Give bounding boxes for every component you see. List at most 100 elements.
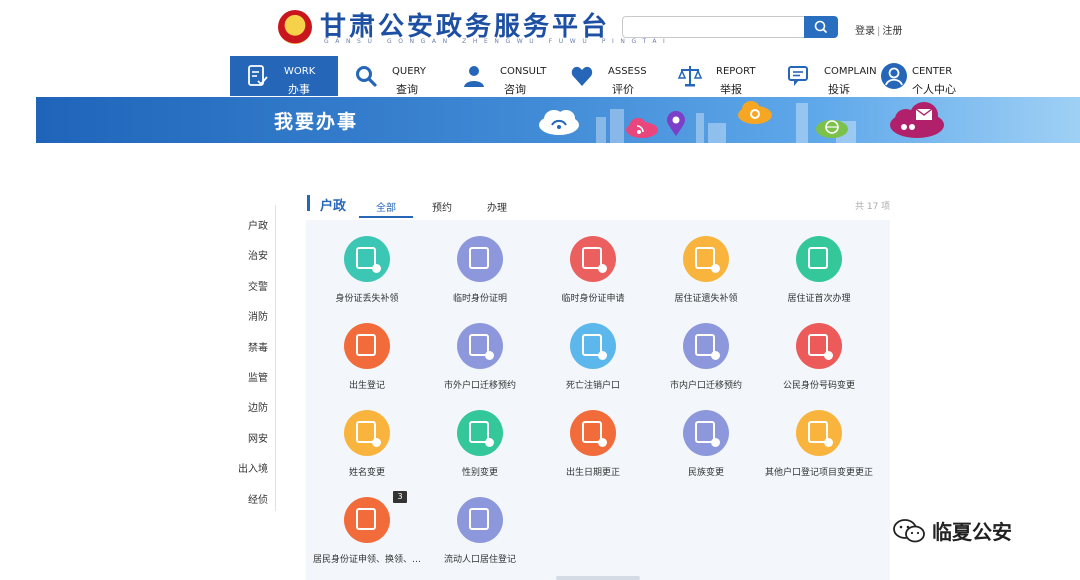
service-label: 死亡注销户口 — [565, 381, 620, 391]
sidebar-item-jiaojing[interactable]: 交警 — [228, 278, 268, 293]
nav-report-en: REPORT — [716, 66, 756, 77]
globe-cloud-icon — [816, 120, 848, 138]
document-edit-icon — [683, 410, 729, 456]
service-tile[interactable]: 死亡注销户口 — [537, 323, 649, 405]
city-building — [596, 117, 606, 143]
police-emblem-logo — [278, 10, 312, 44]
search-icon — [356, 66, 377, 87]
service-tile[interactable]: 其他户口登记项目变更更正 — [763, 410, 875, 492]
nav-report-cn: 举报 — [720, 83, 742, 96]
service-tile[interactable]: 临时身份证明 — [424, 236, 536, 318]
work-icon — [248, 65, 268, 86]
sidebar-item-huzheng[interactable]: 户政 — [228, 217, 268, 232]
search-icon — [814, 20, 827, 33]
wifi-cloud-icon — [539, 110, 579, 135]
service-label: 市内户口迁移预约 — [669, 381, 742, 391]
nav-assess-cn: 评价 — [612, 83, 634, 96]
nav-work[interactable]: WORK 办事 — [230, 56, 338, 96]
scales-icon — [678, 66, 702, 87]
document-remove-icon — [570, 323, 616, 369]
nav-assess-en: ASSESS — [608, 66, 647, 77]
mail-cloud-icon — [890, 102, 944, 138]
tab-reserve[interactable]: 预约 — [432, 199, 452, 214]
sidebar-item-wangan[interactable]: 网安 — [228, 430, 268, 445]
sidebar-item-jindu[interactable]: 禁毒 — [228, 339, 268, 354]
nav-report[interactable]: REPORT 举报 — [662, 56, 770, 96]
section-accent-bar — [307, 195, 310, 211]
sidebar-item-xiaofang[interactable]: 消防 — [228, 308, 268, 323]
service-tile[interactable]: 3 居民身份证申领、换领、… — [311, 491, 423, 579]
active-tab-underline — [359, 216, 413, 218]
login-link[interactable]: 登录 — [855, 26, 875, 37]
service-label: 民族变更 — [687, 468, 724, 478]
heart-icon — [571, 66, 593, 86]
service-label: 公民身份号码变更 — [782, 381, 855, 391]
service-label: 其他户口登记项目变更更正 — [764, 468, 873, 478]
service-tile[interactable]: 市外户口迁移预约 — [424, 323, 536, 405]
auth-separator: | — [877, 26, 881, 37]
tab-all[interactable]: 全部 — [376, 199, 396, 214]
service-label: 流动人口居住登记 — [443, 555, 516, 565]
nav-consult-cn: 咨询 — [504, 83, 526, 96]
person-document-icon — [457, 236, 503, 282]
watermark-text: 临夏公安 — [932, 520, 1012, 544]
residence-card-icon — [683, 236, 729, 282]
nav-query-en: QUERY — [392, 66, 426, 77]
service-tile[interactable]: 民族变更 — [650, 410, 762, 492]
service-label: 临时身份证申请 — [561, 294, 625, 304]
search-button[interactable] — [804, 16, 838, 38]
service-label: 身份证丢失补领 — [335, 294, 399, 304]
banner-title: 我要办事 — [274, 111, 359, 133]
service-label: 市外户口迁移预约 — [443, 381, 516, 391]
service-tile[interactable]: 出生日期更正 — [537, 410, 649, 492]
location-pin-icon — [667, 111, 685, 136]
service-tile[interactable]: 居住证遗失补领 — [650, 236, 762, 318]
service-tile[interactable]: 市内户口迁移预约 — [650, 323, 762, 405]
sidebar-item-bianfang[interactable]: 边防 — [228, 399, 268, 414]
cloud-gear-icon — [738, 101, 772, 124]
service-tile[interactable]: 流动人口居住登记 — [424, 497, 536, 579]
sidebar-item-churujing[interactable]: 出入境 — [228, 460, 268, 475]
service-label: 居住证首次办理 — [787, 294, 851, 304]
site-subtitle: GANSU GONGAN ZHENGWU FUWU PINGTAI — [324, 38, 672, 45]
city-building — [696, 113, 704, 143]
user-circle-icon — [881, 63, 907, 89]
sidebar-item-jingzhen[interactable]: 经侦 — [228, 491, 268, 506]
service-tile[interactable]: 出生登记 — [311, 323, 423, 405]
nav-work-cn: 办事 — [288, 83, 310, 96]
tab-handle[interactable]: 办理 — [487, 199, 507, 214]
city-building — [708, 123, 726, 143]
service-label: 姓名变更 — [348, 468, 385, 478]
register-link[interactable]: 注册 — [882, 26, 902, 37]
nav-complain[interactable]: COMPLAIN 投诉 — [770, 56, 878, 96]
service-tile[interactable]: 公民身份号码变更 — [763, 323, 875, 405]
service-tile[interactable]: 姓名变更 — [311, 410, 423, 492]
service-tile[interactable]: 居住证首次办理 — [763, 236, 875, 318]
service-tile[interactable]: 临时身份证申请 — [537, 236, 649, 318]
service-label: 居民身份证申领、换领、… — [312, 555, 421, 565]
document-edit-icon — [796, 323, 842, 369]
service-tile[interactable]: 身份证丢失补领 — [311, 236, 423, 318]
search-input[interactable] — [622, 16, 804, 38]
city-building — [610, 109, 624, 143]
sidebar-item-jianguan[interactable]: 监管 — [228, 369, 268, 384]
service-tile[interactable]: 性别变更 — [424, 410, 536, 492]
nav-center[interactable]: CENTER 个人中心 — [874, 56, 982, 96]
nav-query-cn: 查询 — [396, 83, 418, 96]
nav-consult[interactable]: CONSULT 咨询 — [446, 56, 554, 96]
auth-links: 登录 | 注册 — [855, 22, 902, 37]
nav-assess[interactable]: ASSESS 评价 — [554, 56, 662, 96]
city-tower — [796, 103, 808, 143]
document-edit-icon — [457, 497, 503, 543]
service-label: 出生日期更正 — [565, 468, 620, 478]
service-label: 性别变更 — [461, 468, 498, 478]
residence-card-icon — [796, 236, 842, 282]
nav-query[interactable]: QUERY 查询 — [338, 56, 446, 96]
scrollbar[interactable] — [556, 576, 640, 580]
nav-center-en: CENTER — [912, 66, 953, 77]
document-edit-icon — [457, 410, 503, 456]
nav-complain-cn: 投诉 — [828, 83, 850, 96]
chat-icon — [788, 66, 808, 86]
sidebar-divider — [275, 205, 276, 511]
sidebar-item-zhian[interactable]: 治安 — [228, 247, 268, 262]
